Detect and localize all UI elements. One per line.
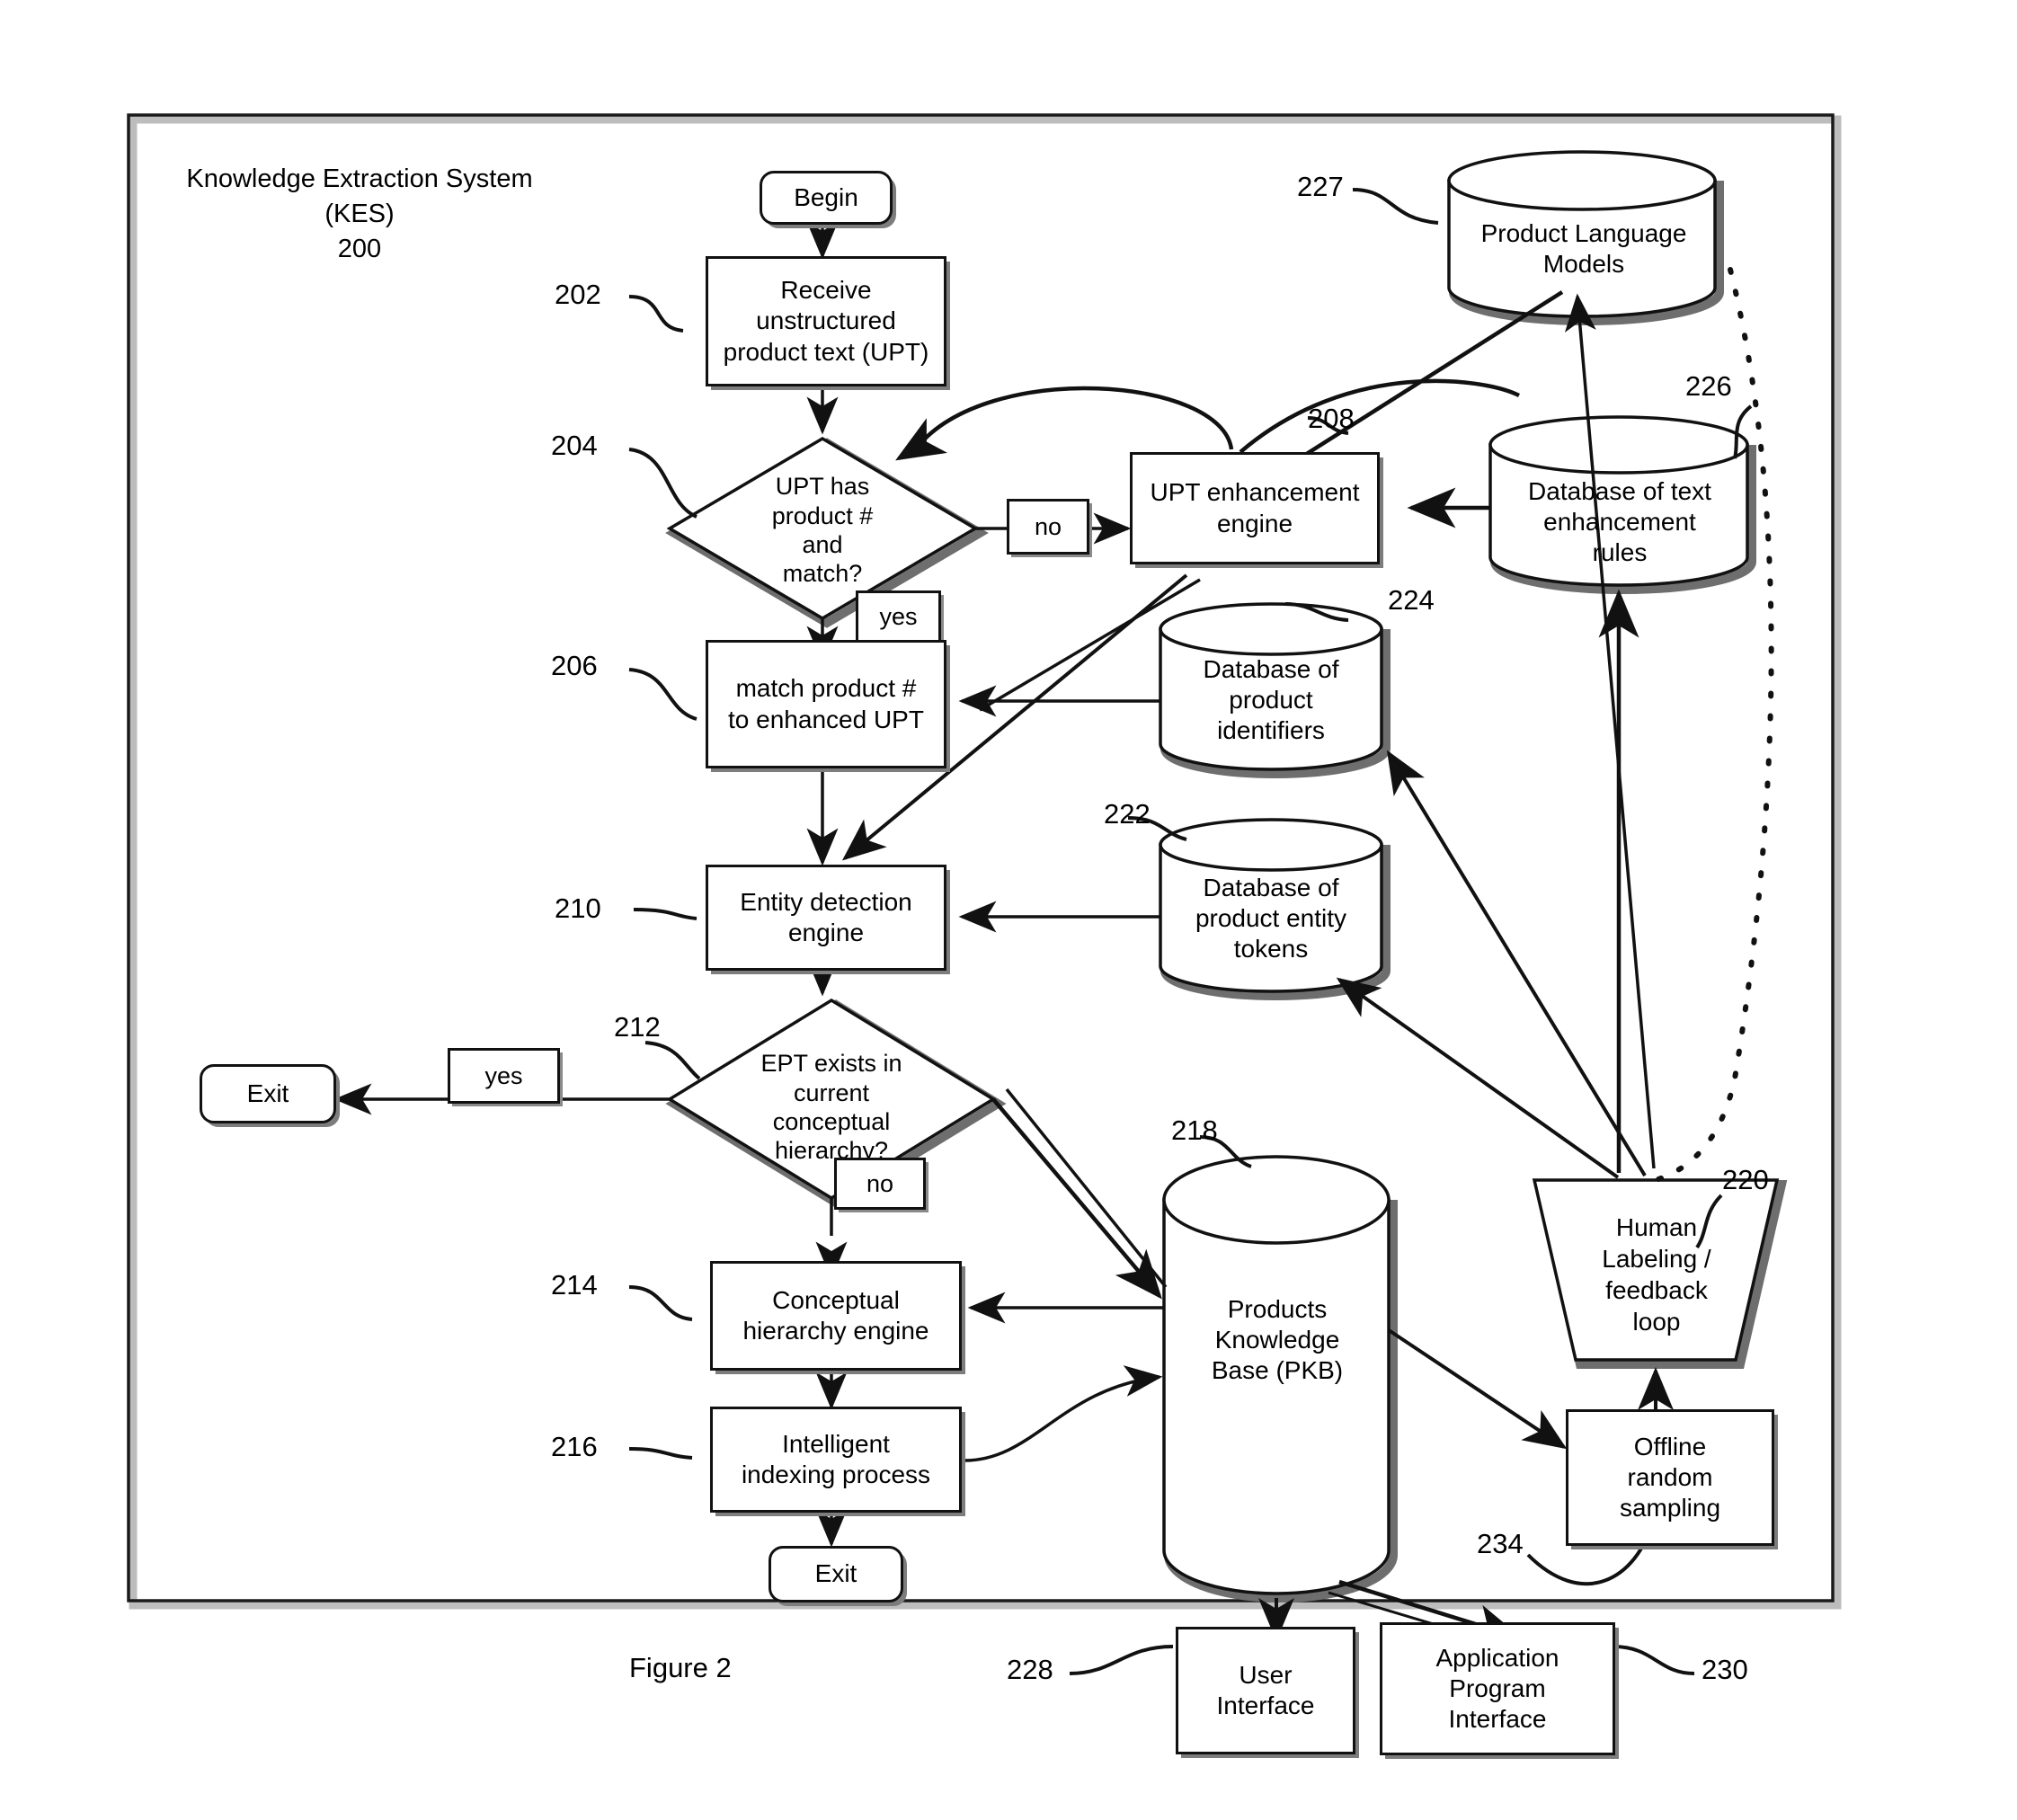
step-conceptual-hierarchy-engine[interactable]: Conceptual hierarchy engine xyxy=(710,1261,962,1371)
trapezoid-human-labeling xyxy=(1532,1178,1788,1369)
terminal-exit-bottom[interactable]: Exit xyxy=(769,1546,903,1602)
cylinder-product-language-models xyxy=(1447,150,1724,325)
ref-numeral-224: 224 xyxy=(1388,584,1435,616)
step-receive-unstructured-product-text[interactable]: Receive unstructured product text (UPT) xyxy=(706,256,946,386)
ref-numeral-230: 230 xyxy=(1702,1654,1748,1685)
ref-numeral-202: 202 xyxy=(555,279,601,310)
ref-numeral-206: 206 xyxy=(551,650,598,681)
ref-numeral-204: 204 xyxy=(551,430,598,461)
branch-label-no-lower: no xyxy=(834,1158,926,1210)
connector-layer xyxy=(127,113,1842,1675)
cylinder-product-identifiers xyxy=(1159,602,1391,778)
terminal-exit-left[interactable]: Exit xyxy=(200,1064,336,1123)
step-intelligent-indexing-process[interactable]: Intelligent indexing process xyxy=(710,1407,962,1513)
branch-label-yes-upper: yes xyxy=(856,590,941,643)
step-upt-enhancement-engine[interactable]: UPT enhancement engine xyxy=(1130,452,1380,564)
step-user-interface[interactable]: User Interface xyxy=(1176,1627,1355,1754)
ref-numeral-220: 220 xyxy=(1722,1164,1769,1195)
figure-caption: Figure 2 xyxy=(629,1652,732,1683)
step-application-program-interface[interactable]: Application Program Interface xyxy=(1380,1622,1615,1755)
step-offline-random-sampling[interactable]: Offline random sampling xyxy=(1566,1409,1774,1546)
step-entity-detection-engine[interactable]: Entity detection engine xyxy=(706,865,946,971)
ref-numeral-208: 208 xyxy=(1308,403,1355,434)
cylinder-product-entity-tokens xyxy=(1159,818,1391,1000)
ref-numeral-216: 216 xyxy=(551,1431,598,1462)
ref-numeral-227: 227 xyxy=(1297,171,1344,202)
step-match-product-number[interactable]: match product # to enhanced UPT xyxy=(706,640,946,768)
ref-numeral-228: 228 xyxy=(1007,1654,1053,1685)
cylinder-products-knowledge-base xyxy=(1162,1155,1398,1602)
ref-numeral-214: 214 xyxy=(551,1269,598,1301)
ref-numeral-212: 212 xyxy=(614,1011,661,1043)
cylinder-text-enhancement-rules xyxy=(1488,415,1756,594)
ref-numeral-218: 218 xyxy=(1171,1114,1218,1146)
system-title: Knowledge Extraction System (KES) 200 xyxy=(186,164,533,264)
branch-label-yes-lower: yes xyxy=(448,1048,560,1104)
figure-canvas: Knowledge Extraction System (KES) 200 Be… xyxy=(0,0,2017,1820)
terminal-begin[interactable]: Begin xyxy=(760,171,893,225)
branch-label-no-upper: no xyxy=(1007,499,1089,555)
ref-numeral-222: 222 xyxy=(1104,798,1151,830)
ref-numeral-210: 210 xyxy=(555,892,601,924)
ref-numeral-226: 226 xyxy=(1685,370,1732,402)
ref-numeral-234: 234 xyxy=(1477,1528,1524,1559)
